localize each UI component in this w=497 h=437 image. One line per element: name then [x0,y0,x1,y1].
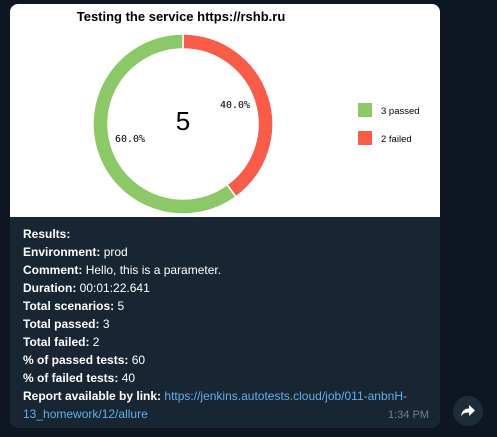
share-button[interactable] [453,396,483,426]
duration-line: Duration: 00:01:22.641 [23,281,150,295]
slice-label-passed: 60.0% [115,134,145,145]
passed-pct-line: % of passed tests: 60 [23,353,146,367]
message-time: 1:34 PM [388,409,429,421]
chart-center-label: 5 [176,106,190,136]
total-passed-line: Total passed: 3 [23,317,110,331]
donut-chart: Testing the service https://rshb.ru 40.0… [77,9,420,215]
total-failed-line: Total failed: 2 [23,335,100,349]
environment-line: Environment: prod [23,245,128,259]
results-text: Results: Environment: prod Comment: Hell… [23,225,433,423]
pie-slice-failed [182,33,274,198]
message-bubble: Testing the service https://rshb.ru 40.0… [10,4,440,428]
slice-label-failed: 40.0% [220,100,250,111]
failed-pct-line: % of failed tests: 40 [23,371,136,385]
total-scenarios-line: Total scenarios: 5 [23,299,125,313]
legend-label-failed: 2 failed [381,134,412,145]
comment-line: Comment: Hello, this is a parameter. [23,263,222,277]
pie-slice-passed [92,33,237,215]
legend-swatch-passed [358,103,372,117]
results-heading: Results: [23,227,71,241]
legend-label-passed: 3 passed [381,106,420,117]
legend-swatch-failed [358,131,372,145]
chart-title: Testing the service https://rshb.ru [77,9,286,24]
chart-image[interactable]: Testing the service https://rshb.ru 40.0… [10,4,440,217]
share-arrow-icon [461,405,475,417]
report-line: Report available by link: https://jenkin… [23,389,407,421]
